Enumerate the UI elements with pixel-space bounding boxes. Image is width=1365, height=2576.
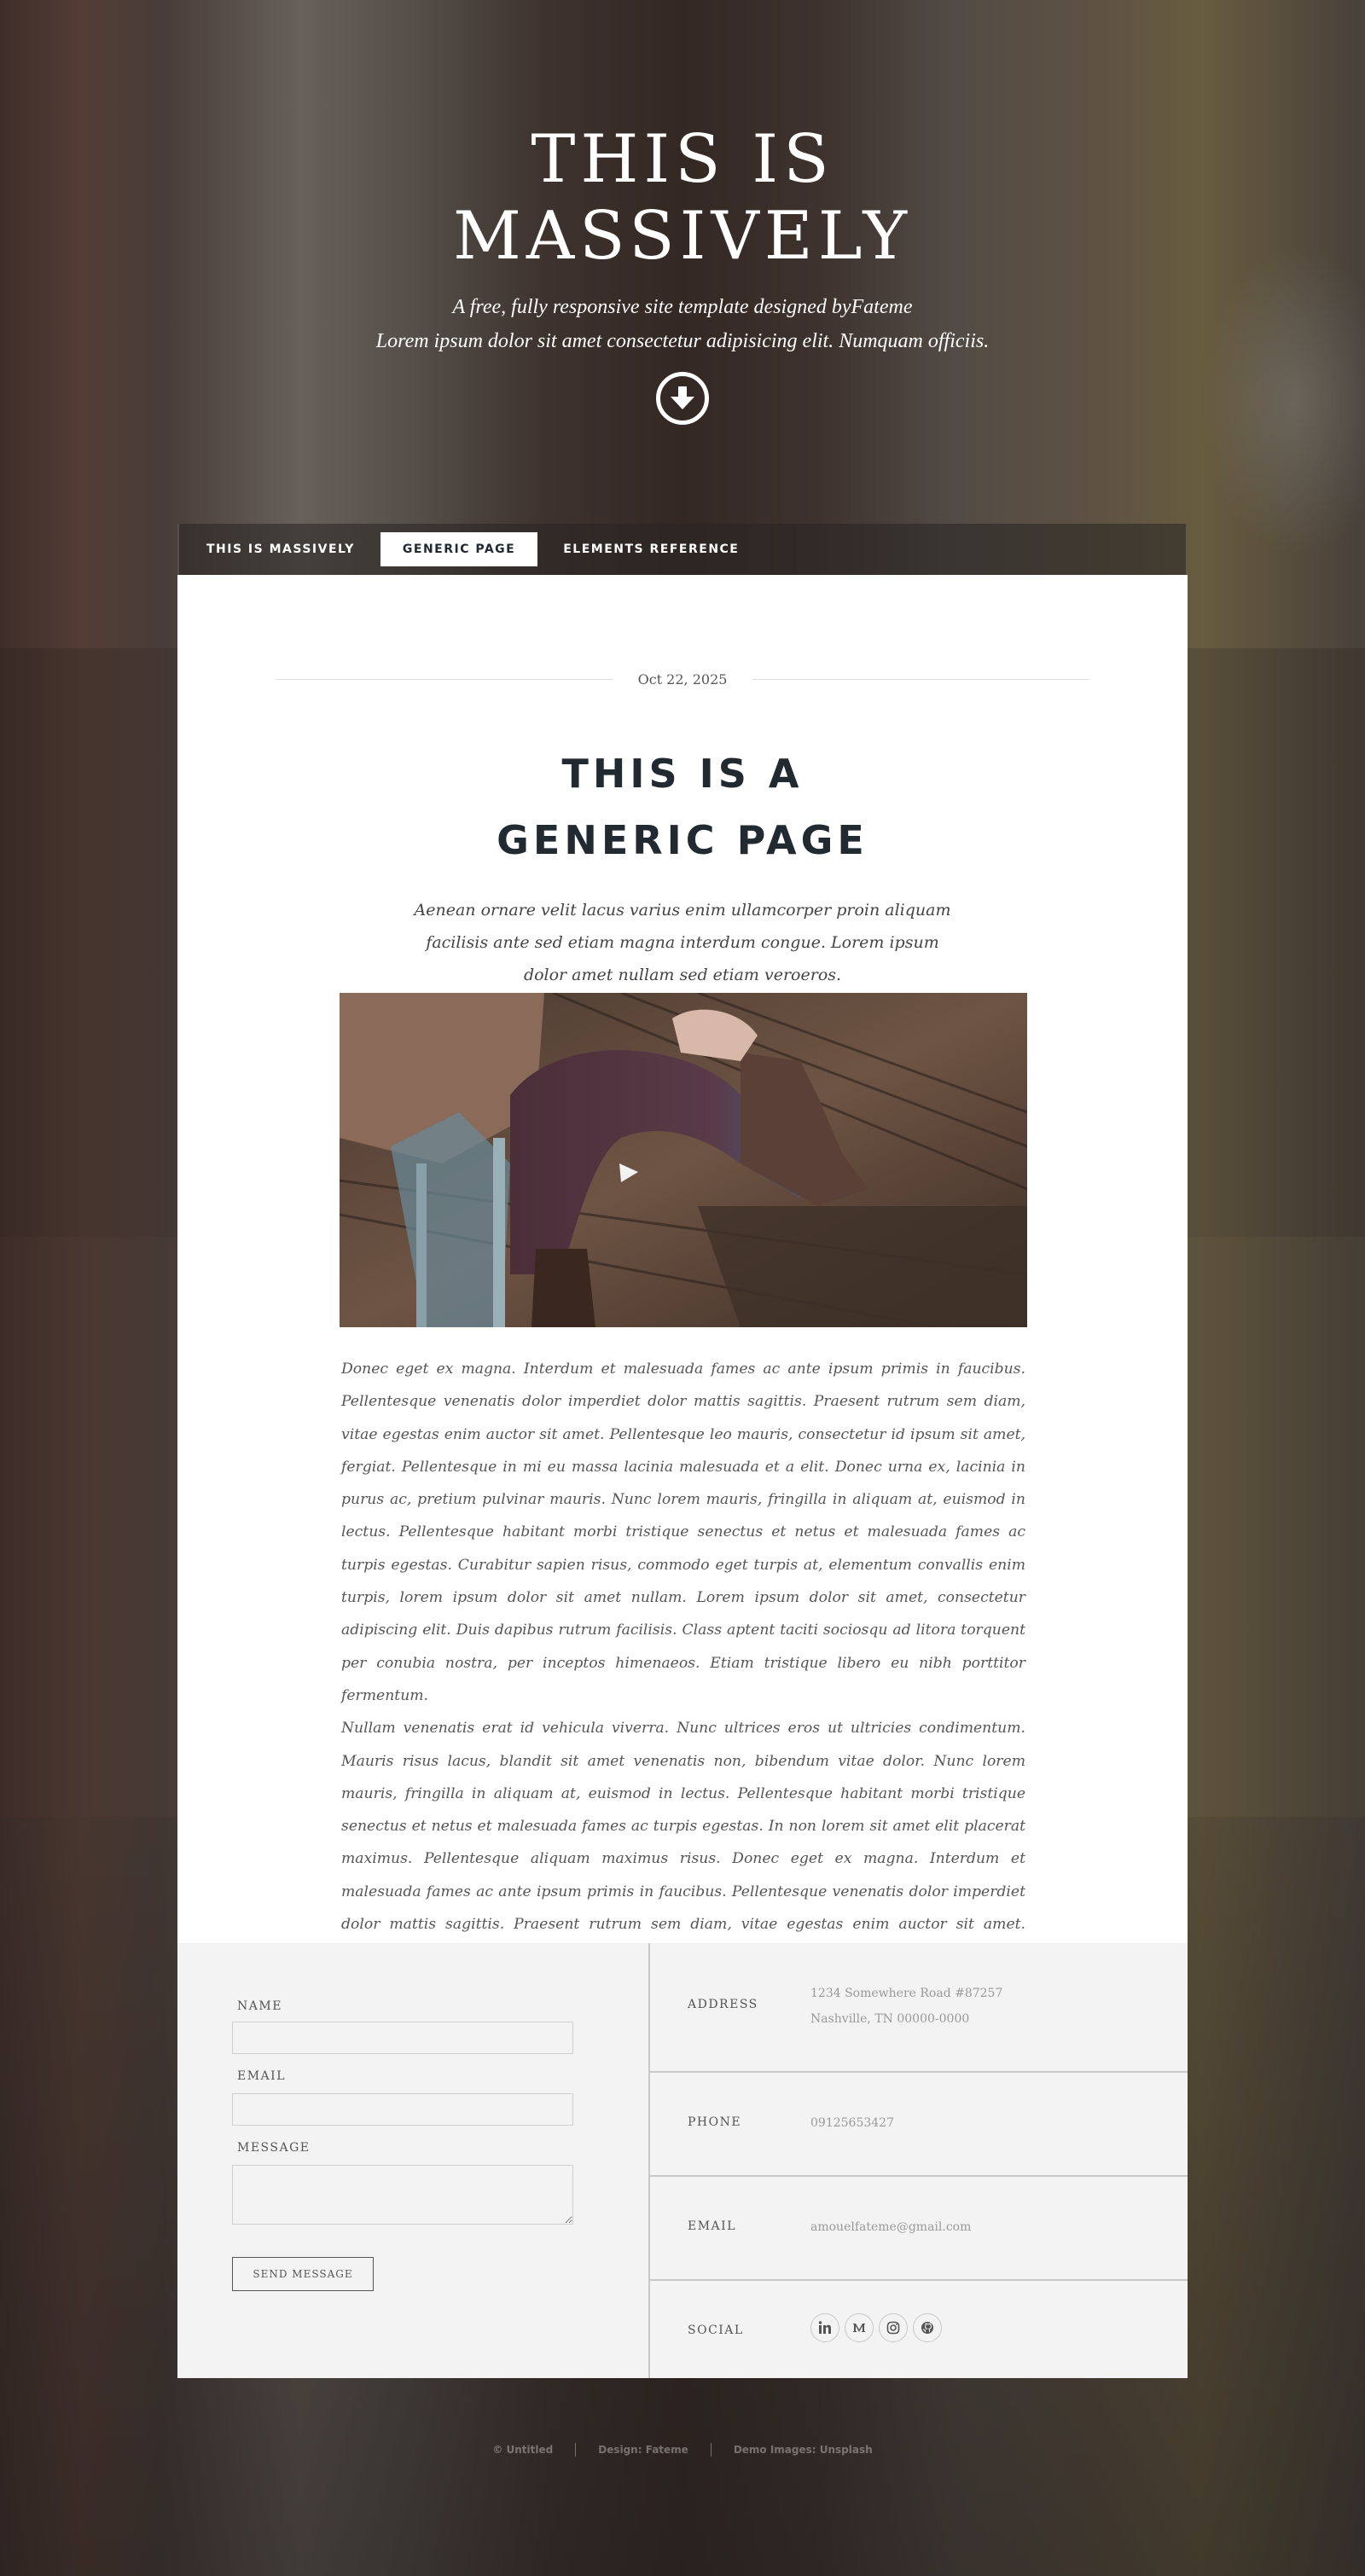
copyright-owner: © Untitled (492, 2444, 554, 2456)
site-tagline: A free, fully responsive site template d… (0, 290, 1365, 358)
email-info-label: EMAIL (688, 2219, 736, 2233)
linkedin-icon[interactable] (810, 2313, 839, 2342)
post-paragraph: Nullam venenatis erat id vehicula viverr… (341, 1720, 1025, 1965)
main-nav: THIS IS MASSIVELY GENERIC PAGE ELEMENTS … (177, 524, 1188, 575)
nav-item-generic-page[interactable]: GENERIC PAGE (380, 532, 538, 566)
phone-value: 09125653427 (810, 2116, 894, 2130)
message-field[interactable] (232, 2165, 573, 2225)
medium-icon[interactable] (845, 2313, 874, 2342)
name-label: NAME (237, 1999, 282, 2013)
scroll-down-button[interactable] (656, 372, 709, 425)
post-title: THIS IS A GENERIC PAGE (177, 740, 1188, 873)
email-label: EMAIL (237, 2069, 286, 2083)
post-title-line2: GENERIC PAGE (497, 817, 868, 863)
tagline-line2: Lorem ipsum dolor sit amet consectetur a… (375, 330, 990, 352)
copyright-design[interactable]: Design: Fateme (598, 2444, 688, 2456)
contact-form: NAME EMAIL MESSAGE SEND MESSAGE (177, 1943, 648, 2378)
contact-info: ADDRESS 1234 Somewhere Road #87257 Nashv… (648, 1943, 1188, 2378)
instagram-icon[interactable] (879, 2313, 908, 2342)
social-row: SOCIAL (650, 2281, 1188, 2378)
email-field[interactable] (232, 2093, 573, 2126)
send-message-button[interactable]: SEND MESSAGE (232, 2257, 374, 2291)
divider (710, 2443, 712, 2457)
nav-item-elements-reference[interactable]: ELEMENTS REFERENCE (546, 532, 756, 566)
divider (276, 678, 613, 680)
site-title-line2: MASSIVELY (452, 198, 913, 275)
post-date: Oct 22, 2025 (637, 670, 728, 688)
social-links (810, 2313, 942, 2342)
phone-row: PHONE 09125653427 (650, 2073, 1188, 2177)
github-icon[interactable] (913, 2313, 942, 2342)
message-label: MESSAGE (237, 2141, 311, 2155)
site-title: THIS IS MASSIVELY (0, 121, 1365, 275)
post-image (340, 993, 1027, 1327)
arrow-down-circle-icon (671, 386, 694, 409)
intro-section: THIS IS MASSIVELY A free, fully responsi… (0, 0, 1365, 520)
phone-label: PHONE (688, 2115, 742, 2129)
site-title-line1: THIS IS (531, 121, 834, 198)
divider (575, 2443, 577, 2457)
copyright-images[interactable]: Demo Images: Unsplash (734, 2444, 873, 2456)
name-field[interactable] (232, 2022, 573, 2054)
address-label: ADDRESS (688, 1998, 758, 2011)
copyright: © Untitled Design: Fateme Demo Images: U… (0, 2443, 1365, 2457)
address-row: ADDRESS 1234 Somewhere Road #87257 Nashv… (650, 1943, 1188, 2073)
main-content: Oct 22, 2025 THIS IS A GENERIC PAGE Aene… (177, 575, 1188, 1965)
social-label: SOCIAL (688, 2324, 744, 2337)
tagline-line1: A free, fully responsive site template d… (452, 296, 913, 318)
post-lead: Aenean ornare velit lacus varius enim ul… (414, 901, 951, 984)
post-paragraph: Donec eget ex magna. Interdum et malesua… (341, 1361, 1025, 1704)
address-value: 1234 Somewhere Road #87257 Nashville, TN… (810, 1987, 1003, 2026)
post-title-line1: THIS IS A (561, 751, 804, 797)
email-row: EMAIL amouelfateme@gmail.com (650, 2177, 1188, 2281)
email-value[interactable]: amouelfateme@gmail.com (810, 2214, 1066, 2240)
contact-section: NAME EMAIL MESSAGE SEND MESSAGE ADDRESS … (177, 1943, 1188, 2378)
nav-item-this-is-massively[interactable]: THIS IS MASSIVELY (189, 532, 372, 566)
post-date-row: Oct 22, 2025 (276, 670, 1089, 688)
post-body: Donec eget ex magna. Interdum et malesua… (341, 1353, 1025, 1974)
divider (752, 678, 1089, 680)
